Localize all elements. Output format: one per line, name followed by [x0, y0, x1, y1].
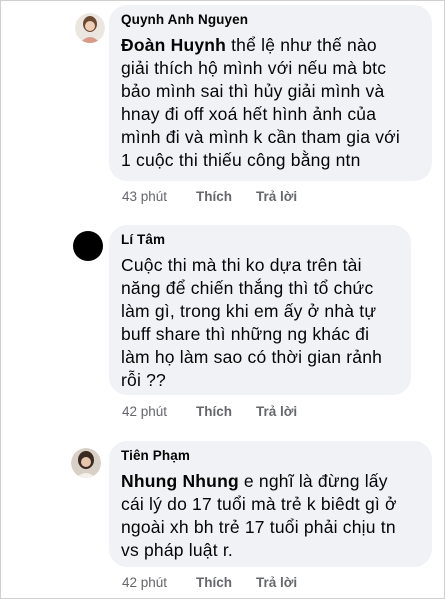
timestamp[interactable]: 42 phút	[122, 404, 196, 420]
comment-actions: 42 phút Thích Trả lời	[122, 404, 297, 420]
timestamp[interactable]: 42 phút	[122, 575, 196, 591]
like-button[interactable]: Thích	[196, 404, 256, 420]
comment-text: Nhung Nhung e nghĩ là đừng lấy cái lý do…	[121, 471, 397, 560]
like-button[interactable]: Thích	[196, 575, 256, 591]
avatar[interactable]	[73, 231, 103, 261]
reply-button[interactable]: Trả lời	[256, 575, 297, 591]
avatar[interactable]	[75, 13, 105, 43]
comment-bubble: Quynh Anh Nguyen Đoàn Huynh thể lệ như t…	[109, 5, 432, 181]
comment-text: Cuộc thi mà thi ko dựa trên tài năng để …	[121, 255, 383, 390]
comment-author[interactable]: Tiên Phạm	[121, 447, 420, 465]
like-button[interactable]: Thích	[196, 189, 256, 205]
comment-actions: 42 phút Thích Trả lời	[122, 575, 297, 591]
comment-author[interactable]: Lí Tâm	[121, 231, 399, 249]
mention-link[interactable]: Đoàn Huynh	[121, 35, 226, 55]
reply-button[interactable]: Trả lời	[256, 404, 297, 420]
mention-link[interactable]: Nhung Nhung	[121, 471, 239, 491]
comment-actions: 43 phút Thích Trả lời	[122, 189, 297, 205]
timestamp[interactable]: 43 phút	[122, 189, 196, 205]
avatar[interactable]	[71, 448, 101, 478]
comment-text: Đoàn Huynh thể lệ như thế nào giải thích…	[121, 35, 400, 170]
comment-author[interactable]: Quynh Anh Nguyen	[121, 11, 420, 29]
comment-bubble: Tiên Phạm Nhung Nhung e nghĩ là đừng lấy…	[109, 441, 432, 567]
reply-button[interactable]: Trả lời	[256, 189, 297, 205]
comment-bubble: Lí Tâm Cuộc thi mà thi ko dựa trên tài n…	[109, 225, 411, 395]
